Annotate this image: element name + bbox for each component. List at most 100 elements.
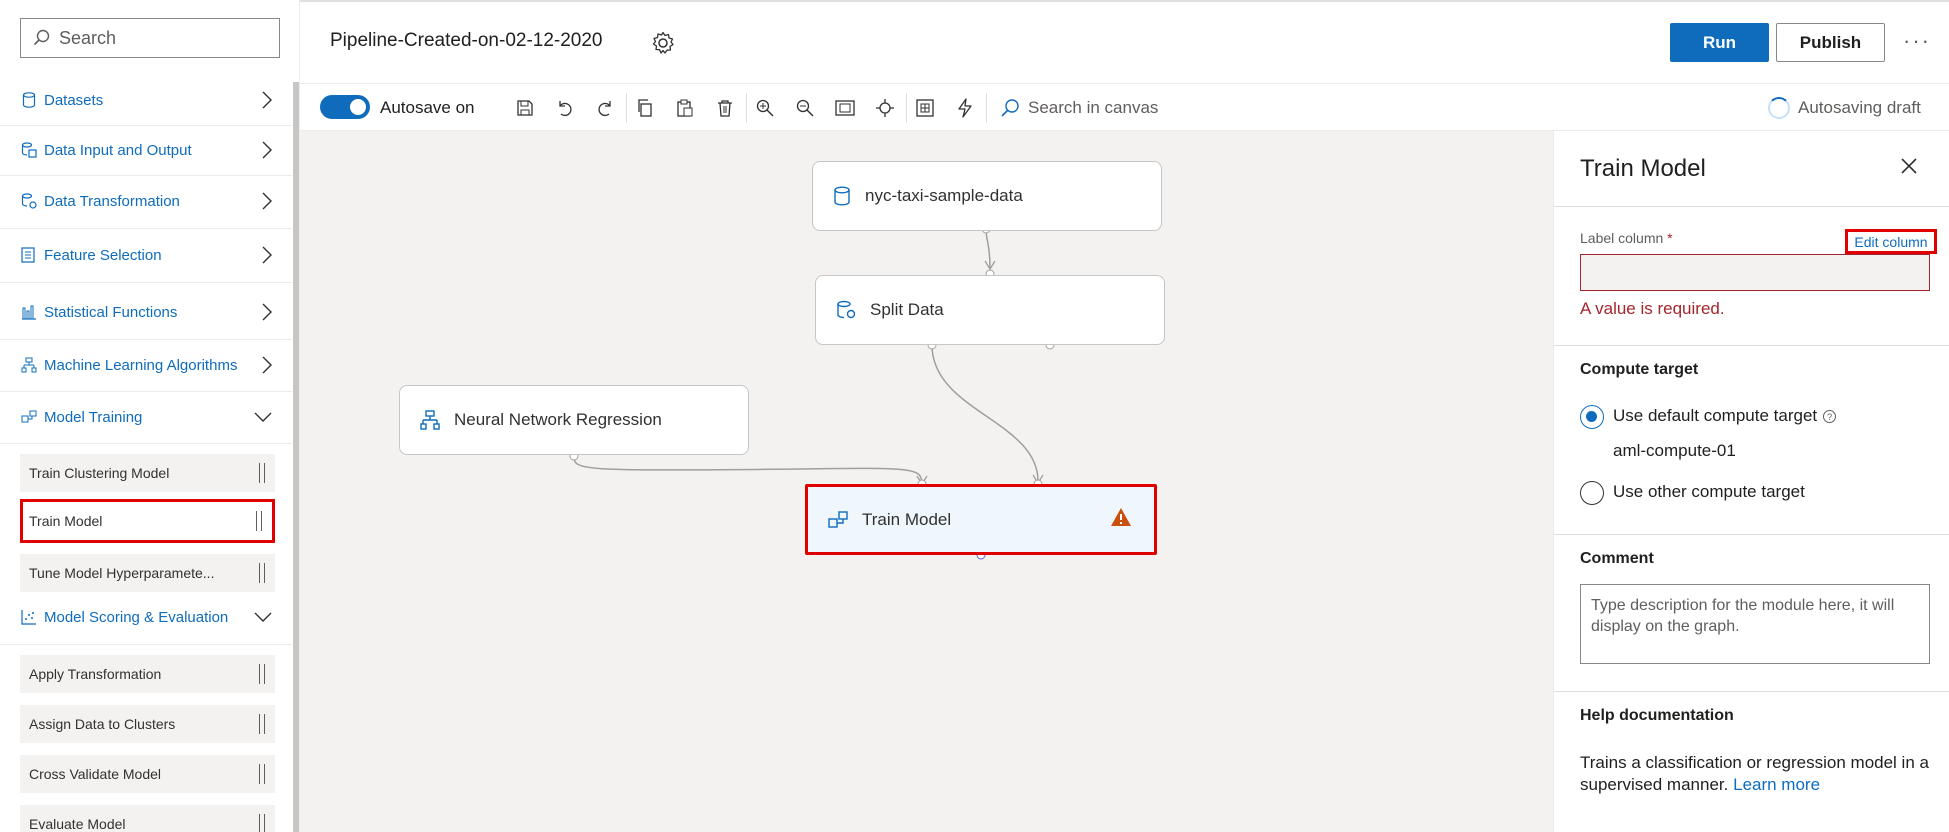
module-evaluate-model[interactable]: Evaluate Model <box>20 805 275 832</box>
data-io-icon <box>20 141 38 159</box>
category-label: Model Training <box>44 408 143 426</box>
module-label: Apply Transformation <box>29 666 162 682</box>
node-train-model[interactable]: Train Model <box>805 484 1157 555</box>
category-datasets[interactable]: Datasets <box>0 82 292 118</box>
other-compute-label[interactable]: Use other compute target <box>1613 482 1805 502</box>
drag-handle-icon[interactable] <box>259 764 265 784</box>
edit-column-link[interactable]: Edit column <box>1845 229 1937 254</box>
drag-handle-icon[interactable] <box>259 463 265 483</box>
canvas-toolbar: Autosave on Search in canvas Autosaving … <box>300 83 1949 131</box>
help-text: Trains a classification or regression mo… <box>1580 752 1940 796</box>
compute-target-heading: Compute target <box>1580 361 1699 378</box>
info-icon[interactable]: ? <box>1823 410 1837 424</box>
node-label: nyc-taxi-sample-data <box>865 186 1023 205</box>
module-apply-transformation[interactable]: Apply Transformation <box>20 655 275 693</box>
delete-icon[interactable] <box>714 97 736 119</box>
category-feature-selection[interactable]: Feature Selection <box>0 237 292 273</box>
divider <box>0 443 292 444</box>
copy-icon[interactable] <box>634 97 656 119</box>
module-train-model[interactable]: Train Model <box>20 499 275 543</box>
chevron-right-icon <box>262 246 272 264</box>
node-split-data[interactable]: Split Data <box>815 275 1165 345</box>
module-label: Tune Model Hyperparamete... <box>29 565 215 581</box>
category-model-training[interactable]: Model Training <box>0 399 292 435</box>
required-mark: * <box>1667 230 1673 246</box>
auto-layout-icon[interactable] <box>914 97 936 119</box>
search-placeholder: Search <box>59 27 117 48</box>
chevron-right-icon <box>262 356 272 374</box>
save-icon[interactable] <box>514 97 536 119</box>
category-statistical-functions[interactable]: Statistical Functions <box>0 294 292 330</box>
run-button[interactable]: Run <box>1670 23 1769 62</box>
split-data-icon <box>836 300 856 320</box>
module-tune-model-hyperparameters[interactable]: Tune Model Hyperparamete... <box>20 554 275 592</box>
chevron-down-icon <box>254 612 272 622</box>
drag-handle-icon[interactable] <box>259 714 265 734</box>
learn-more-link[interactable]: Learn more <box>1733 775 1820 794</box>
category-model-scoring[interactable]: Model Scoring & Evaluation <box>0 599 292 635</box>
radio-other-compute[interactable] <box>1580 481 1604 505</box>
database-icon <box>20 91 38 109</box>
category-data-input-output[interactable]: Data Input and Output <box>0 132 292 168</box>
search-icon <box>1001 99 1019 117</box>
label-column-text: Label column <box>1580 230 1664 246</box>
chevron-right-icon <box>262 141 272 159</box>
redo-icon[interactable] <box>594 97 616 119</box>
drag-handle-icon[interactable] <box>256 511 262 531</box>
comment-textarea[interactable]: Type description for the module here, it… <box>1580 584 1930 664</box>
divider <box>986 93 987 123</box>
divider <box>746 93 747 123</box>
node-neural-network-regression[interactable]: Neural Network Regression <box>399 385 749 455</box>
label-column-input[interactable] <box>1580 254 1930 291</box>
undo-icon[interactable] <box>554 97 576 119</box>
module-label: Train Clustering Model <box>29 465 170 481</box>
drag-handle-icon[interactable] <box>259 563 265 583</box>
module-assign-data-to-clusters[interactable]: Assign Data to Clusters <box>20 705 275 743</box>
scatter-chart-icon <box>20 608 38 626</box>
fit-to-screen-icon[interactable] <box>834 97 856 119</box>
close-icon[interactable] <box>1900 157 1918 175</box>
category-label: Model Scoring & Evaluation <box>44 608 229 626</box>
drag-handle-icon[interactable] <box>259 664 265 684</box>
autosave-toggle[interactable] <box>320 95 370 119</box>
chevron-right-icon <box>262 192 272 210</box>
edge-dataset-split <box>985 228 991 269</box>
panel-title: Train Model <box>1580 155 1706 182</box>
chevron-down-icon <box>254 412 272 422</box>
divider <box>0 282 292 283</box>
default-compute-option[interactable]: Use default compute target? <box>1613 406 1837 426</box>
pipeline-canvas[interactable]: nyc-taxi-sample-data Split Data Neural N… <box>300 131 1553 832</box>
training-icon <box>828 510 848 530</box>
zoom-out-icon[interactable] <box>794 97 816 119</box>
publish-button[interactable]: Publish <box>1776 23 1885 62</box>
module-search[interactable]: Search <box>20 18 280 58</box>
module-train-clustering-model[interactable]: Train Clustering Model <box>20 454 275 492</box>
paste-icon[interactable] <box>674 97 696 119</box>
node-label: Train Model <box>862 509 952 529</box>
palette-scrollbar[interactable] <box>293 82 299 832</box>
algorithm-icon <box>20 356 38 374</box>
divider <box>1554 691 1949 692</box>
module-cross-validate-model[interactable]: Cross Validate Model <box>20 755 275 793</box>
category-label: Data Transformation <box>44 192 180 210</box>
error-message: A value is required. <box>1580 299 1725 318</box>
category-label: Data Input and Output <box>44 141 192 159</box>
zoom-in-icon[interactable] <box>754 97 776 119</box>
module-palette: Search Datasets Data Input and Output Da… <box>0 0 300 832</box>
category-data-transformation[interactable]: Data Transformation <box>0 183 292 219</box>
node-nyc-taxi-dataset[interactable]: nyc-taxi-sample-data <box>812 161 1162 231</box>
gear-icon[interactable] <box>650 30 676 56</box>
pan-icon[interactable] <box>874 97 896 119</box>
flow-icon[interactable] <box>954 97 976 119</box>
category-ml-algorithms[interactable]: Machine Learning Algorithms <box>0 347 292 383</box>
drag-handle-icon[interactable] <box>259 814 265 832</box>
divider <box>0 644 292 645</box>
list-icon <box>20 246 38 264</box>
canvas-search-placeholder: Search in canvas <box>1028 98 1159 117</box>
divider <box>0 125 292 126</box>
radio-default-compute[interactable] <box>1580 405 1604 429</box>
module-label: Train Model <box>29 513 103 529</box>
canvas-search-input[interactable]: Search in canvas <box>1000 98 1158 118</box>
more-options-button[interactable]: ··· <box>1903 28 1931 54</box>
divider <box>0 228 292 229</box>
